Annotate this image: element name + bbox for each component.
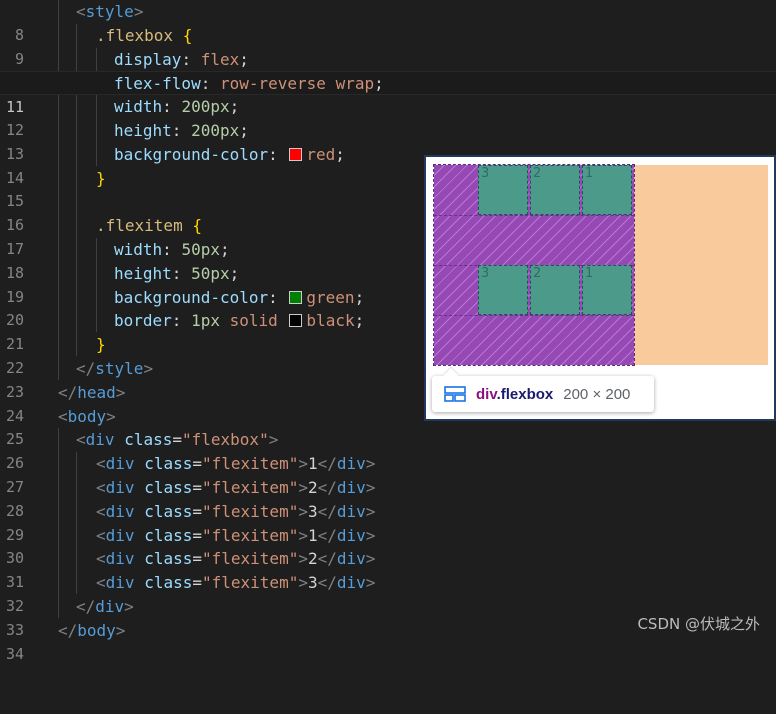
flex-line-divider	[434, 215, 634, 216]
code-line-current[interactable]: 11 flex-flow: row-reverse wrap;	[0, 71, 776, 116]
flex-item[interactable]: 1	[582, 265, 632, 315]
flex-layout-icon	[444, 386, 466, 402]
code-line[interactable]: 30 <div class="flexitem">1</div>	[0, 524, 776, 568]
code-line[interactable]: 9 .flexbox {	[0, 24, 776, 68]
inspect-tooltip: div.flexbox 200 × 200	[432, 376, 654, 412]
code-line[interactable]: 10 display: flex;	[0, 48, 776, 92]
browser-preview[interactable]: 3 2 1 3 2 1 div.flexbox 200 × 200	[426, 157, 774, 419]
color-swatch-black[interactable]	[289, 314, 303, 328]
code-line[interactable]: 8 <style>	[0, 0, 776, 44]
tooltip-element-size: 200 × 200	[563, 385, 631, 403]
code-line[interactable]: 28 <div class="flexitem">2</div>	[0, 476, 776, 520]
code-line[interactable]: 13 height: 200px;	[0, 119, 776, 163]
watermark: CSDN @伏城之外	[637, 615, 760, 633]
color-swatch-green[interactable]	[289, 290, 303, 304]
line-number: 34	[5, 644, 24, 663]
code-line[interactable]: 26 <div class="flexbox">	[0, 428, 776, 472]
flex-item[interactable]: 2	[530, 265, 580, 315]
flex-item[interactable]: 3	[478, 165, 528, 215]
flex-item[interactable]: 2	[530, 165, 580, 215]
code-line[interactable]: 12 width: 200px;	[0, 95, 776, 139]
code-line[interactable]: 29 <div class="flexitem">3</div>	[0, 500, 776, 544]
code-line[interactable]: 27 <div class="flexitem">1</div>	[0, 452, 776, 496]
tooltip-element-name: div.flexbox	[476, 385, 554, 403]
flex-item[interactable]: 3	[478, 265, 528, 315]
color-swatch-red[interactable]	[289, 147, 303, 161]
flex-line-divider	[434, 315, 634, 316]
flex-item[interactable]: 1	[582, 165, 632, 215]
code-line[interactable]: 31 <div class="flexitem">2</div>	[0, 547, 776, 591]
code-line[interactable]: 32 <div class="flexitem">3</div>	[0, 571, 776, 615]
